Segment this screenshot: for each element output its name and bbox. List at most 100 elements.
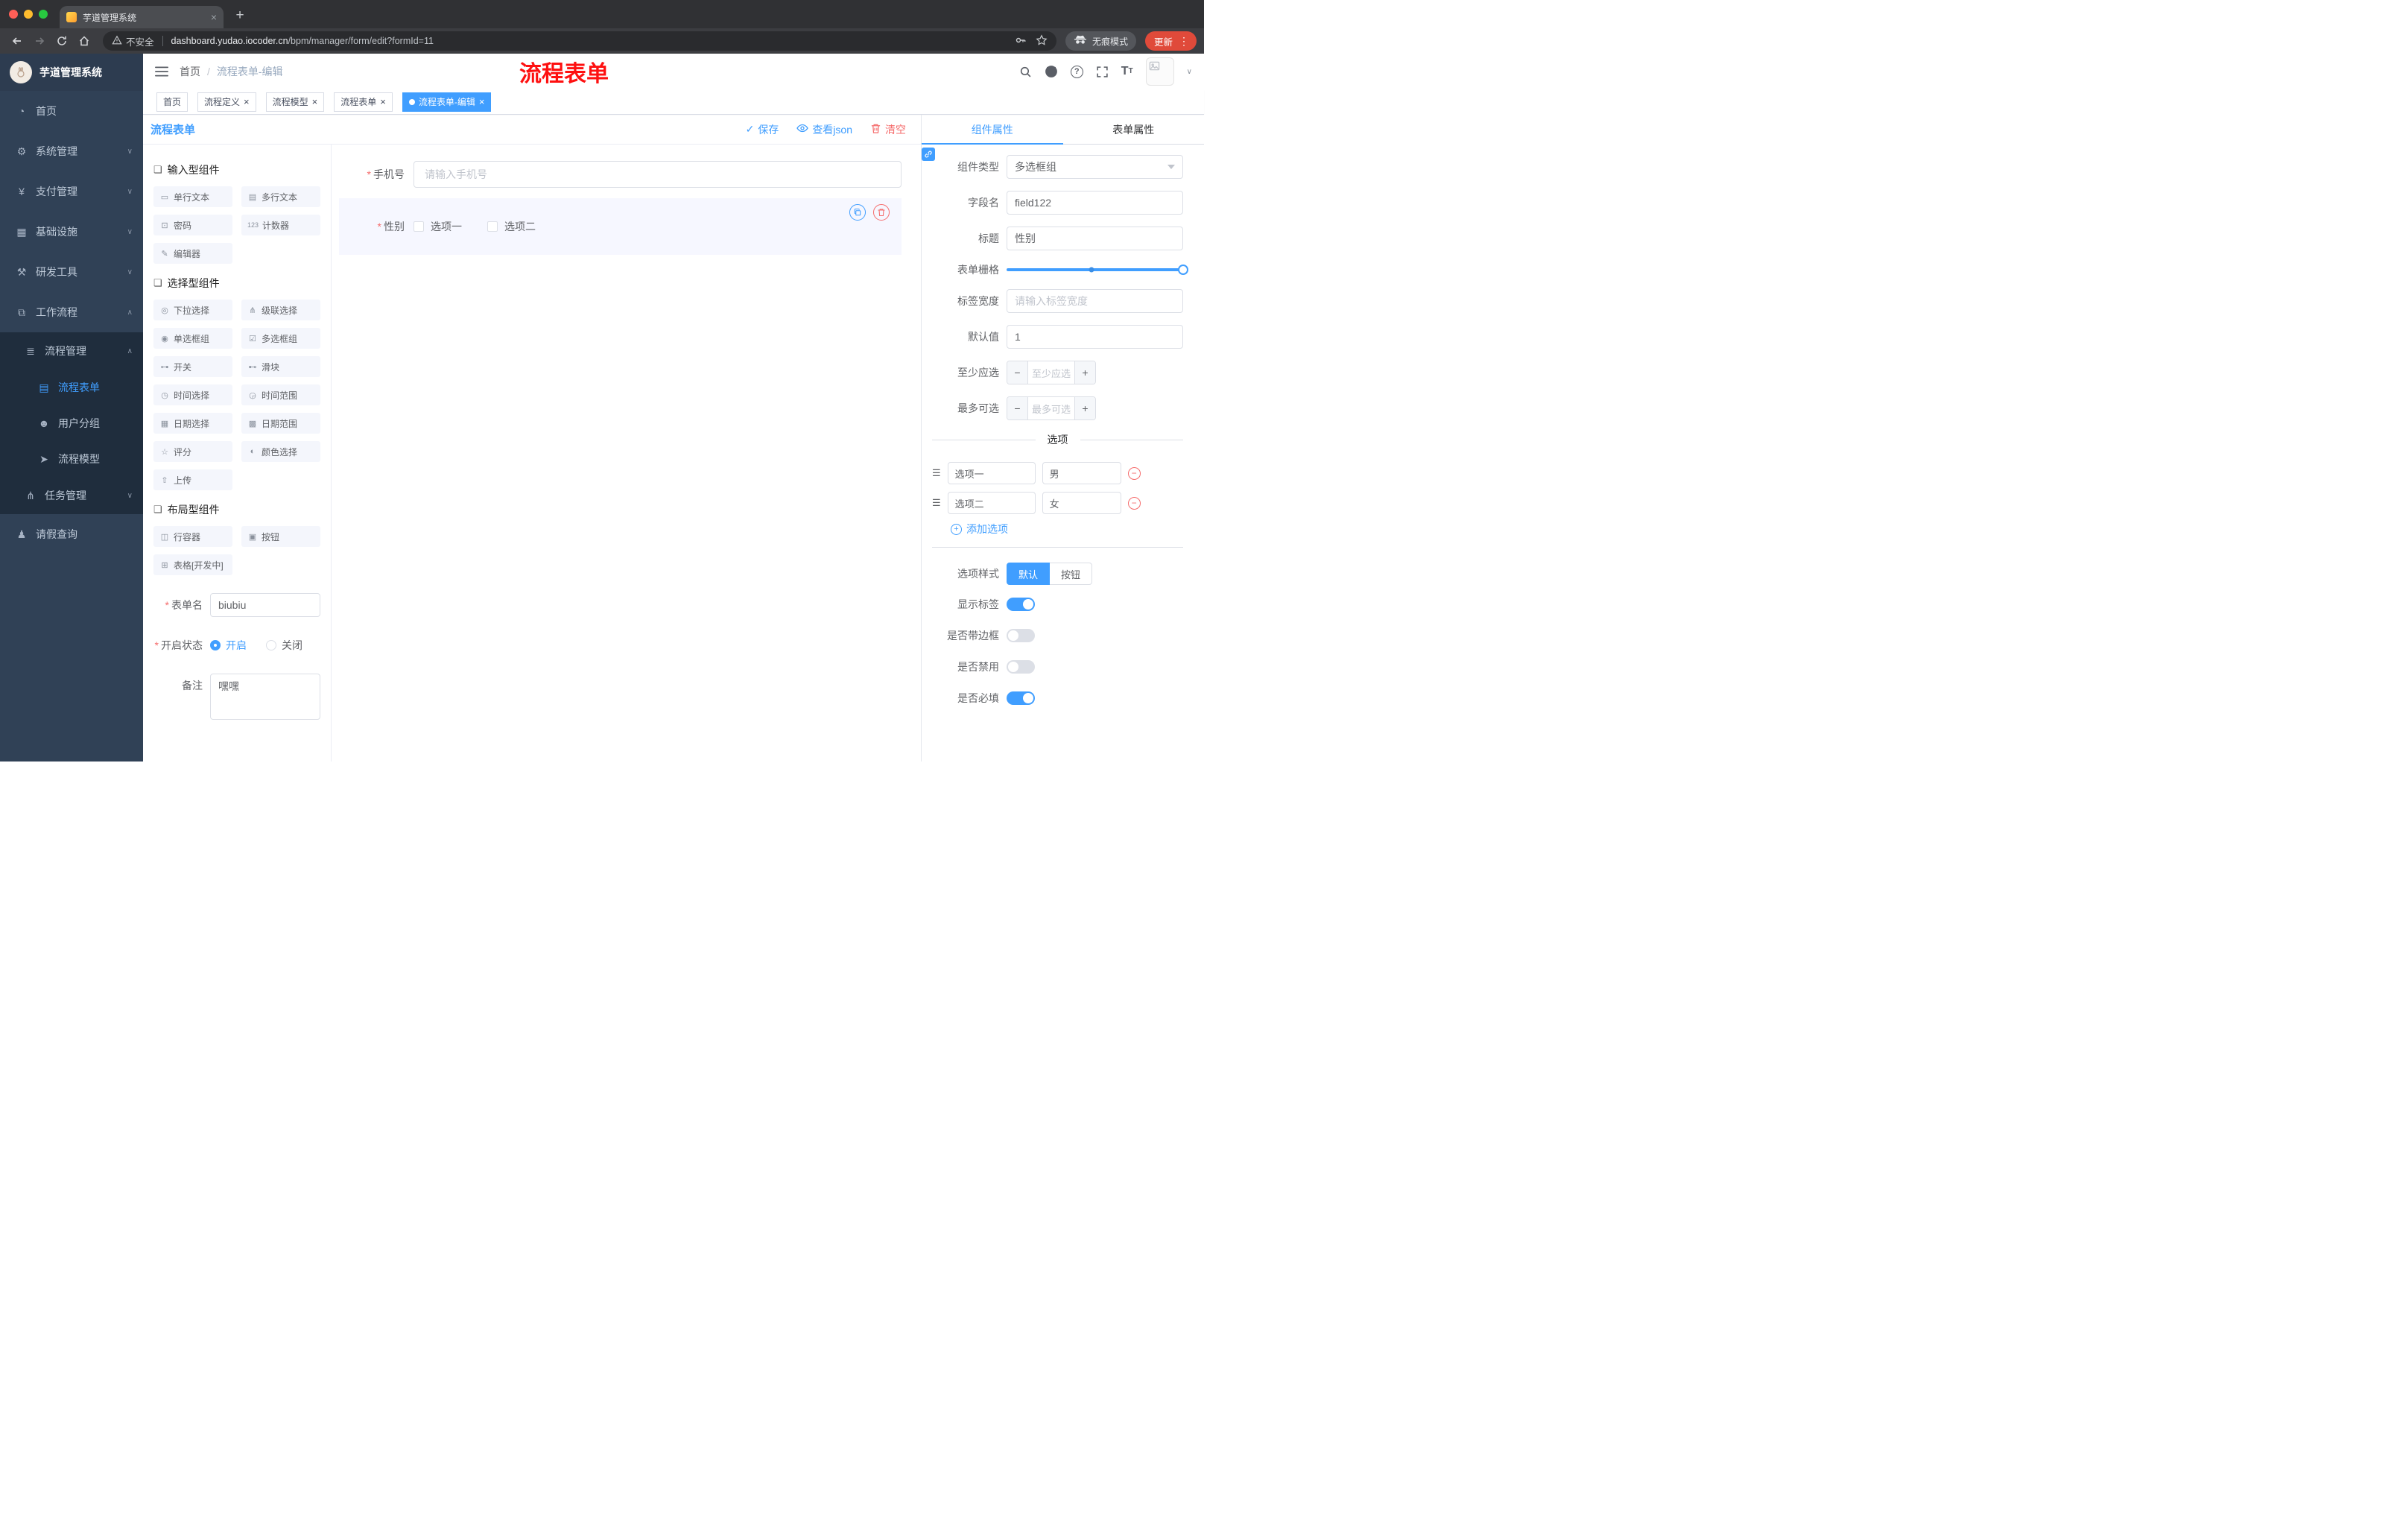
close-icon[interactable]: × <box>479 97 485 107</box>
palette-item-switch[interactable]: ⊶ 开关 <box>153 356 232 377</box>
field-name-input[interactable] <box>1007 191 1183 215</box>
show-label-toggle[interactable] <box>1007 598 1035 611</box>
palette-item-single-text[interactable]: ▭ 单行文本 <box>153 186 232 207</box>
view-json-button[interactable]: 查看json <box>796 122 852 137</box>
sidebar-item-infra[interactable]: ▦ 基础设施 ∨ <box>0 212 143 252</box>
tag-process-definition[interactable]: 流程定义 × <box>197 92 256 112</box>
bookmark-star-icon[interactable] <box>1036 34 1048 48</box>
sidebar-item-home[interactable]: ◔ 首页 <box>0 91 143 131</box>
drag-handle-icon[interactable]: ☰ <box>932 497 941 509</box>
hamburger-icon[interactable] <box>155 66 168 77</box>
minus-button[interactable]: − <box>1007 397 1028 419</box>
remove-option-icon[interactable]: − <box>1127 496 1141 510</box>
minimize-window-button[interactable] <box>24 10 33 19</box>
minus-button[interactable]: − <box>1007 361 1028 384</box>
radio-closed[interactable]: 关闭 <box>266 638 302 653</box>
browser-menu-icon[interactable]: ⋮ <box>1175 35 1193 48</box>
title-input[interactable] <box>1007 227 1183 250</box>
new-tab-button[interactable]: + <box>229 5 250 26</box>
form-name-input[interactable] <box>210 593 320 617</box>
close-icon[interactable]: × <box>312 97 318 107</box>
avatar-caret-icon[interactable]: ∨ <box>1187 68 1192 76</box>
address-bar[interactable]: 不安全 dashboard.yudao.iocoder.cn/bpm/manag… <box>103 31 1056 51</box>
style-button-button[interactable]: 按钮 <box>1050 563 1093 585</box>
plus-button[interactable]: + <box>1074 397 1095 419</box>
palette-item-multi-text[interactable]: ▤ 多行文本 <box>241 186 320 207</box>
sidebar-item-devtools[interactable]: ⚒ 研发工具 ∨ <box>0 252 143 292</box>
palette-item-table[interactable]: ⊞ 表格[开发中] <box>153 554 232 575</box>
remark-textarea[interactable]: 嘿嘿 <box>210 674 320 720</box>
border-toggle[interactable] <box>1007 629 1035 642</box>
palette-item-date-picker[interactable]: ▦ 日期选择 <box>153 413 232 434</box>
palette-item-password[interactable]: ⊡ 密码 <box>153 215 232 235</box>
sidebar-item-process-model[interactable]: ➤ 流程模型 <box>0 441 143 477</box>
browser-tab[interactable]: 芋道管理系统 × <box>60 6 224 28</box>
sidebar-item-process-form[interactable]: ▤ 流程表单 <box>0 370 143 405</box>
palette-item-upload[interactable]: ⇧ 上传 <box>153 469 232 490</box>
tab-form-props[interactable]: 表单属性 <box>1063 115 1205 144</box>
close-icon[interactable]: × <box>244 97 250 107</box>
option-name-input[interactable] <box>947 492 1036 514</box>
palette-item-button[interactable]: ▣ 按钮 <box>241 526 320 547</box>
palette-item-time-picker[interactable]: ◷ 时间选择 <box>153 384 232 405</box>
plus-button[interactable]: + <box>1074 361 1095 384</box>
min-select-placeholder[interactable]: 至少应选 <box>1028 361 1074 384</box>
checkbox-option-2[interactable]: 选项二 <box>487 219 536 234</box>
link-icon[interactable] <box>922 148 935 161</box>
zoom-window-button[interactable] <box>39 10 48 19</box>
phone-input[interactable] <box>414 161 902 188</box>
slider-handle[interactable] <box>1178 265 1188 275</box>
chrome-update-button[interactable]: 更新 ⋮ <box>1144 31 1197 51</box>
github-icon[interactable] <box>1045 65 1058 78</box>
close-icon[interactable]: × <box>380 97 386 107</box>
sidebar-item-workflow[interactable]: ⧉ 工作流程 ∧ <box>0 292 143 332</box>
drag-handle-icon[interactable]: ☰ <box>932 467 941 479</box>
copy-widget-button[interactable] <box>849 204 866 221</box>
palette-item-slider[interactable]: ⊷ 滑块 <box>241 356 320 377</box>
tag-process-form[interactable]: 流程表单 × <box>334 92 393 112</box>
grid-slider[interactable] <box>1007 265 1188 275</box>
save-button[interactable]: ✓ 保存 <box>746 122 779 137</box>
palette-item-color-picker[interactable]: ◐ 颜色选择 <box>241 441 320 462</box>
option-value-input[interactable] <box>1042 462 1121 484</box>
search-icon[interactable] <box>1019 66 1032 78</box>
palette-item-cascader[interactable]: ⋔ 级联选择 <box>241 300 320 320</box>
reload-icon[interactable] <box>52 31 72 51</box>
radio-open[interactable]: 开启 <box>210 638 247 653</box>
avatar[interactable] <box>1145 57 1174 86</box>
tag-home[interactable]: 首页 <box>156 92 188 112</box>
sidebar-item-leave-query[interactable]: ♟ 请假查询 <box>0 514 143 554</box>
password-key-icon[interactable] <box>1015 34 1027 48</box>
field-phone[interactable]: * 手机号 <box>339 161 902 188</box>
palette-item-dropdown[interactable]: ◎ 下拉选择 <box>153 300 232 320</box>
fullscreen-icon[interactable] <box>1096 66 1109 78</box>
sidebar-item-task-mgmt[interactable]: ⋔ 任务管理 ∨ <box>0 477 143 514</box>
palette-item-row-container[interactable]: ◫ 行容器 <box>153 526 232 547</box>
form-canvas[interactable]: * 手机号 请输入手机号 * 性别 选项一 选项二 <box>332 145 921 762</box>
disabled-toggle[interactable] <box>1007 660 1035 674</box>
max-select-placeholder[interactable]: 最多可选 <box>1028 397 1074 419</box>
sidebar-item-user-group[interactable]: ☻ 用户分组 <box>0 405 143 441</box>
forward-icon[interactable] <box>30 31 49 51</box>
sidebar-item-system[interactable]: ⚙ 系统管理 ∨ <box>0 131 143 171</box>
breadcrumb-home[interactable]: 首页 <box>180 64 200 79</box>
palette-item-time-range[interactable]: ◶ 时间范围 <box>241 384 320 405</box>
default-value-input[interactable] <box>1007 325 1183 349</box>
help-icon[interactable]: ? <box>1070 65 1083 78</box>
add-option-button[interactable]: + 添加选项 <box>951 522 1183 536</box>
clear-button[interactable]: 清空 <box>870 122 906 137</box>
label-width-input[interactable] <box>1007 289 1183 313</box>
font-size-icon[interactable]: TT <box>1121 66 1133 77</box>
palette-item-counter[interactable]: 123 计数器 <box>241 215 320 235</box>
palette-item-radio-group[interactable]: ◉ 单选框组 <box>153 328 232 349</box>
sidebar-item-payment[interactable]: ¥ 支付管理 ∨ <box>0 171 143 212</box>
required-toggle[interactable] <box>1007 691 1035 705</box>
tag-process-form-edit[interactable]: 流程表单-编辑 × <box>402 92 492 112</box>
style-default-button[interactable]: 默认 <box>1007 563 1051 585</box>
remove-option-icon[interactable]: − <box>1127 466 1141 480</box>
option-value-input[interactable] <box>1042 492 1121 514</box>
palette-item-rate[interactable]: ☆ 评分 <box>153 441 232 462</box>
tab-close-icon[interactable]: × <box>211 11 217 23</box>
palette-item-date-range[interactable]: ▩ 日期范围 <box>241 413 320 434</box>
close-window-button[interactable] <box>9 10 18 19</box>
